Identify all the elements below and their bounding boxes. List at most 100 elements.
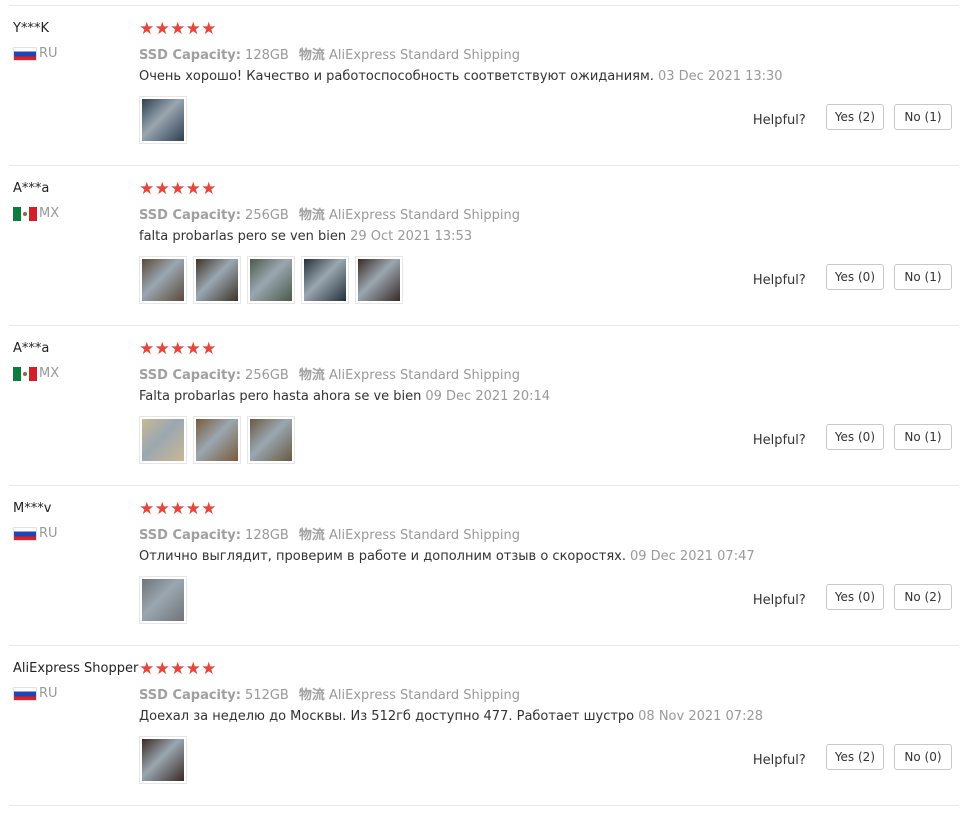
photo-image: [142, 579, 184, 621]
helpful-no-button[interactable]: No (1): [894, 264, 952, 290]
star-icon: ★: [139, 659, 155, 679]
star-rating: ★★★★★: [139, 19, 217, 39]
spec-value: 512GB: [245, 688, 289, 703]
review-text-line: Falta probarlas pero hasta ahora se ve b…: [139, 389, 550, 404]
ru-flag-icon: [13, 526, 37, 541]
review-text: Falta probarlas pero hasta ahora se ve b…: [139, 389, 422, 404]
star-icon: ★: [154, 19, 170, 39]
helpful-no-button[interactable]: No (1): [894, 424, 952, 450]
mx-flag-icon: [13, 366, 37, 381]
review-photo[interactable]: [139, 256, 187, 304]
review-text-line: Доехал за неделю до Москвы. Из 512гб дос…: [139, 709, 763, 724]
helpful-no-button[interactable]: No (0): [894, 744, 952, 770]
helpful-yes-button[interactable]: Yes (0): [825, 584, 884, 610]
star-icon: ★: [154, 659, 170, 679]
review-meta: SSD Capacity: 256GB 物流 AliExpress Standar…: [139, 204, 520, 223]
review-photo[interactable]: [247, 256, 295, 304]
helpful-label: Helpful?: [752, 112, 806, 128]
review-photo[interactable]: [301, 256, 349, 304]
buyer-info: AliExpress Shopper: [13, 661, 138, 677]
shipping-value: AliExpress Standard Shipping: [329, 688, 521, 703]
helpful-yes-button[interactable]: Yes (0): [825, 264, 884, 290]
helpful-votes: Helpful? Yes (2) No (1): [753, 104, 952, 130]
review-item: A***a MX ★★★★★ SSD Capacity: 256GB 物流 AliExp…: [9, 165, 959, 326]
review-text: falta probarlas pero se ven bien: [139, 229, 347, 244]
review-photo[interactable]: [193, 416, 241, 464]
review-text-line: Отлично выглядит, проверим в работе и до…: [139, 549, 755, 564]
review-photo[interactable]: [193, 256, 241, 304]
helpful-yes-button[interactable]: Yes (2): [825, 104, 884, 130]
helpful-label: Helpful?: [752, 752, 806, 768]
photo-image: [142, 419, 184, 461]
review-photo[interactable]: [139, 416, 187, 464]
helpful-yes-button[interactable]: Yes (2): [825, 744, 884, 770]
helpful-yes-button[interactable]: Yes (0): [825, 424, 884, 450]
star-icon: ★: [139, 19, 155, 39]
review-text: Очень хорошо! Качество и работоспособнос…: [139, 69, 654, 84]
ru-flag-icon: [13, 46, 37, 61]
review-photo[interactable]: [139, 96, 187, 144]
review-meta: SSD Capacity: 512GB 物流 AliExpress Standar…: [139, 684, 520, 703]
photo-image: [250, 259, 292, 301]
review-date: 29 Oct 2021 13:53: [350, 229, 473, 244]
review-item: A***a MX ★★★★★ SSD Capacity: 256GB 物流 AliExp…: [9, 325, 959, 486]
buyer-info: A***a: [13, 341, 138, 357]
helpful-votes: Helpful? Yes (0) No (1): [753, 424, 952, 450]
star-icon: ★: [201, 179, 217, 199]
buyer-info: M***v: [13, 501, 138, 517]
helpful-label: Helpful?: [752, 592, 806, 608]
shipping-value: AliExpress Standard Shipping: [329, 528, 521, 543]
shipping-key: 物流: [298, 688, 325, 703]
review-item: Y***K RU ★★★★★ SSD Capacity: 128GB 物流 AliExp…: [9, 5, 959, 166]
review-date: 09 Dec 2021 07:47: [629, 549, 755, 564]
shipping-key: 物流: [298, 368, 325, 383]
buyer-country: MX: [13, 366, 59, 381]
buyer-country: RU: [13, 686, 58, 701]
buyer-country: RU: [13, 526, 58, 541]
review-item: M***v RU ★★★★★ SSD Capacity: 128GB 物流 AliExp…: [9, 485, 959, 646]
country-code: RU: [39, 526, 58, 541]
review-photo[interactable]: [247, 416, 295, 464]
photo-image: [196, 259, 238, 301]
review-photo[interactable]: [355, 256, 403, 304]
spec-value: 256GB: [245, 208, 289, 223]
star-rating: ★★★★★: [139, 659, 217, 679]
star-icon: ★: [170, 179, 186, 199]
star-icon: ★: [170, 499, 186, 519]
review-photos: [139, 416, 301, 464]
helpful-votes: Helpful? Yes (0) No (1): [753, 264, 952, 290]
star-icon: ★: [139, 179, 155, 199]
helpful-label: Helpful?: [752, 432, 806, 448]
shipping-value: AliExpress Standard Shipping: [329, 208, 521, 223]
photo-image: [358, 259, 400, 301]
helpful-votes: Helpful? Yes (2) No (0): [753, 744, 952, 770]
review-date: 03 Dec 2021 13:30: [657, 69, 783, 84]
star-rating: ★★★★★: [139, 339, 217, 359]
review-photo[interactable]: [139, 576, 187, 624]
buyer-name: A***a: [13, 341, 50, 356]
review-photos: [139, 256, 409, 304]
buyer-info: A***a: [13, 181, 138, 197]
photo-image: [142, 259, 184, 301]
star-icon: ★: [170, 659, 186, 679]
review-text: Доехал за неделю до Москвы. Из 512гб дос…: [139, 709, 635, 724]
review-photo[interactable]: [139, 736, 187, 784]
shipping-key: 物流: [298, 528, 325, 543]
review-item: AliExpress Shopper RU ★★★★★ SSD Capacity: 5…: [9, 645, 959, 806]
photo-image: [304, 259, 346, 301]
helpful-no-button[interactable]: No (1): [894, 104, 952, 130]
buyer-name: Y***K: [13, 21, 49, 36]
buyer-info: Y***K: [13, 21, 138, 37]
helpful-no-button[interactable]: No (2): [894, 584, 952, 610]
star-icon: ★: [185, 19, 201, 39]
buyer-name: A***a: [13, 181, 50, 196]
review-date: 08 Nov 2021 07:28: [638, 709, 763, 724]
spec-key: SSD Capacity:: [139, 528, 241, 543]
star-icon: ★: [170, 339, 186, 359]
spec-key: SSD Capacity:: [139, 688, 241, 703]
shipping-value: AliExpress Standard Shipping: [329, 48, 521, 63]
star-icon: ★: [139, 339, 155, 359]
country-code: MX: [39, 366, 60, 381]
review-photos: [139, 96, 193, 144]
star-rating: ★★★★★: [139, 179, 217, 199]
